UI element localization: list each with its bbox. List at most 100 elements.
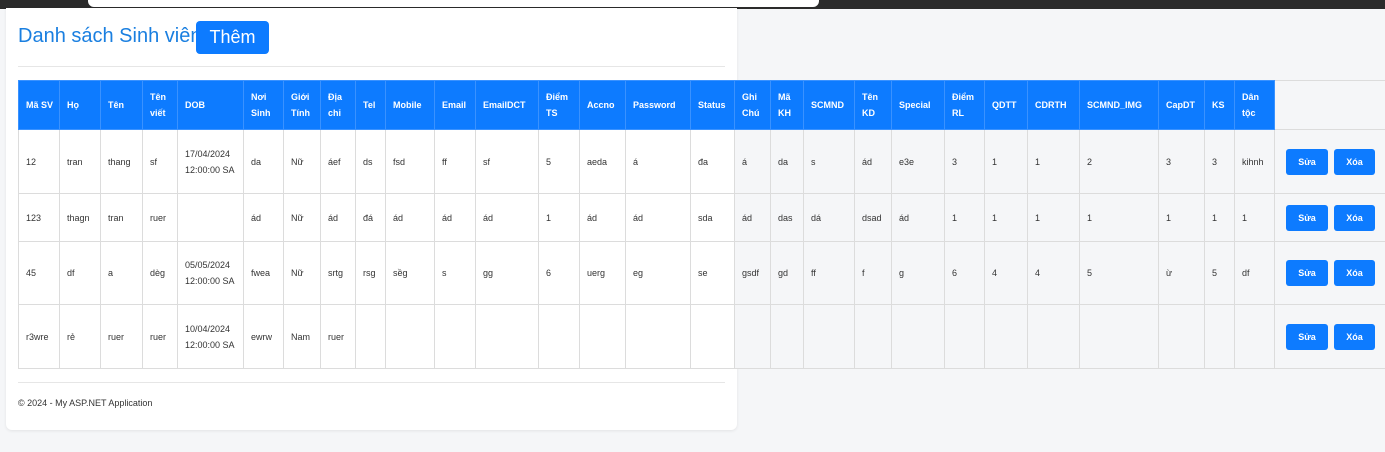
column-header: Ghi Chú (734, 80, 771, 130)
table-header-row: Mã SV Họ Tên Tên viết DOB Nơi Sinh Giới Tính Đị… (18, 80, 1385, 130)
address-bar[interactable] (88, 0, 819, 7)
edit-button[interactable]: Sửa (1286, 148, 1328, 175)
table-cell: 4 (984, 241, 1028, 305)
column-header: Status (690, 80, 735, 130)
table-cell (1204, 304, 1235, 369)
table-cell: ád (320, 193, 356, 242)
column-header: SCMND_IMG (1079, 80, 1159, 130)
column-header: Giới Tính (283, 80, 321, 130)
edit-button[interactable]: Sửa (1286, 260, 1328, 286)
row-actions: Sửa Xóa (1274, 129, 1385, 194)
table-cell (434, 304, 476, 369)
table-cell (984, 304, 1028, 369)
delete-button[interactable]: Xóa (1334, 260, 1375, 286)
table-cell (538, 304, 580, 369)
table-row: 12 tran thang sf 17/04/2024 12:00:00 SA da Nữ á… (18, 129, 1385, 194)
table-cell: 5 (1079, 241, 1159, 305)
table-cell: 17/04/2024 12:00:00 SA (177, 129, 244, 194)
column-header: QDTT (984, 80, 1028, 130)
table-cell: srtg (320, 241, 356, 305)
table-cell: 45 (18, 241, 60, 305)
table-cell: Nữ (283, 129, 321, 194)
table-cell: gg (475, 241, 539, 305)
table-cell: 3 (944, 129, 985, 194)
table-cell: 4 (1027, 241, 1080, 305)
table-cell: tran (100, 193, 143, 242)
table-row: r3wre rẻ ruer ruer 10/04/2024 12:00:00 SA ewr… (18, 304, 1385, 369)
table-cell: Nữ (283, 193, 321, 242)
table-cell: 6 (538, 241, 580, 305)
table-cell: f (854, 241, 892, 305)
table-cell: eg (625, 241, 691, 305)
divider (18, 66, 725, 67)
edit-button[interactable]: Sửa (1286, 323, 1328, 350)
table-cell: 10/04/2024 12:00:00 SA (177, 304, 244, 369)
column-header: Accno (579, 80, 626, 130)
table-cell: 6 (944, 241, 985, 305)
table-cell: 1 (538, 193, 580, 242)
table-cell: a (100, 241, 143, 305)
add-button[interactable]: Thêm (196, 21, 269, 54)
table-cell: da (243, 129, 284, 194)
row-actions: Sửa Xóa (1274, 304, 1385, 369)
table-cell: 3 (1158, 129, 1205, 194)
table-cell: dèg (142, 241, 178, 305)
table-row: 123 thagn tran ruer ád Nữ ád đá ád ád ád 1 ád ád sda ád… (18, 193, 1385, 242)
delete-button[interactable]: Xóa (1334, 323, 1375, 350)
table-cell: 1 (1204, 193, 1235, 242)
table-cell: ewrw (243, 304, 284, 369)
table-cell: 1 (1079, 193, 1159, 242)
column-header: KS (1204, 80, 1235, 130)
column-header: Mã SV (18, 80, 60, 130)
table-cell: thagn (59, 193, 101, 242)
table-cell: 1 (1027, 193, 1080, 242)
table-cell (1158, 304, 1205, 369)
table-cell: 2 (1079, 129, 1159, 194)
table-cell: da (770, 129, 804, 194)
table-cell (690, 304, 735, 369)
table-cell: df (59, 241, 101, 305)
table-cell: se (690, 241, 735, 305)
table-cell: ừ (1158, 241, 1205, 305)
table-cell: ád (891, 193, 945, 242)
column-header: Email (434, 80, 476, 130)
table-cell: rẻ (59, 304, 101, 369)
table-cell: 1 (1027, 129, 1080, 194)
table-cell: ruer (142, 193, 178, 242)
table-cell: 3 (1204, 129, 1235, 194)
table-cell (1079, 304, 1159, 369)
students-table: Mã SV Họ Tên Tên viết DOB Nơi Sinh Giới Tính Đị… (18, 80, 1385, 369)
column-header: Dân tộc (1234, 80, 1275, 130)
column-header: Tên viết (142, 80, 178, 130)
table-cell: 123 (18, 193, 60, 242)
column-header: Điểm RL (944, 80, 985, 130)
table-cell: dsad (854, 193, 892, 242)
table-cell: áef (320, 129, 356, 194)
table-cell: 1 (1234, 193, 1275, 242)
table-cell: fsd (385, 129, 435, 194)
table-cell: gsdf (734, 241, 771, 305)
column-header: Special (891, 80, 945, 130)
delete-button[interactable]: Xóa (1334, 204, 1375, 231)
table-cell: gd (770, 241, 804, 305)
table-cell: ád (854, 129, 892, 194)
edit-button[interactable]: Sửa (1286, 204, 1328, 231)
table-cell: 5 (538, 129, 580, 194)
table-cell (803, 304, 855, 369)
table-cell: rsg (355, 241, 386, 305)
column-header: Tên KD (854, 80, 892, 130)
table-cell: ád (625, 193, 691, 242)
table-cell: ds (355, 129, 386, 194)
column-header: CapDT (1158, 80, 1205, 130)
table-row: 45 df a dèg 05/05/2024 12:00:00 SA fwea Nữ srtg… (18, 241, 1385, 305)
column-header: Họ (59, 80, 101, 130)
table-cell: ád (475, 193, 539, 242)
table-cell (891, 304, 945, 369)
column-header: Tên (100, 80, 143, 130)
column-header: SCMND (803, 80, 855, 130)
table-cell: s (434, 241, 476, 305)
delete-button[interactable]: Xóa (1334, 148, 1375, 175)
column-header: Tel (355, 80, 386, 130)
row-actions: Sửa Xóa (1274, 241, 1385, 305)
table-cell: 5 (1204, 241, 1235, 305)
